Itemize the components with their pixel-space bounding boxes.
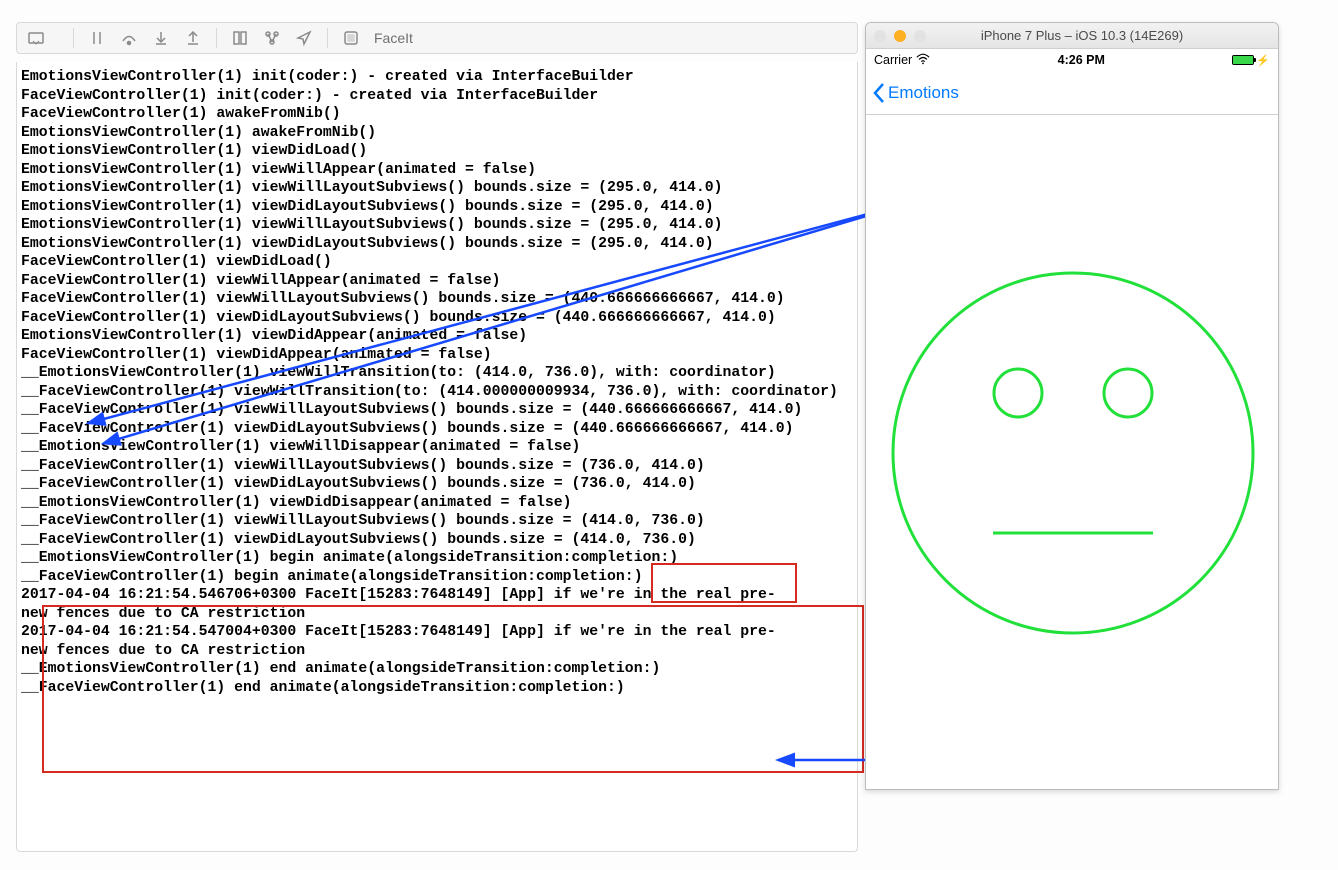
console-line: EmotionsViewController(1) viewDidLayoutS… [21,235,855,254]
console-line: __EmotionsViewController(1) viewWillTran… [21,364,855,383]
console-line: EmotionsViewController(1) viewWillLayout… [21,179,855,198]
battery-icon: ⚡ [1232,54,1270,67]
minimize-icon[interactable] [894,30,906,42]
console-line: EmotionsViewController(1) viewWillAppear… [21,161,855,180]
console-line: FaceViewController(1) viewDidLayoutSubvi… [21,309,855,328]
console-line: __FaceViewController(1) viewWillLayoutSu… [21,401,855,420]
console-line: __EmotionsViewController(1) viewDidDisap… [21,494,855,513]
simulator-window: iPhone 7 Plus – iOS 10.3 (14E269) Carrie… [865,22,1279,790]
step-out-icon[interactable] [184,29,202,47]
console-line: __FaceViewController(1) viewDidLayoutSub… [21,420,855,439]
console-line: __FaceViewController(1) viewDidLayoutSub… [21,531,855,550]
console-toggle-icon[interactable] [27,29,45,47]
face-view[interactable] [866,115,1279,790]
location-icon[interactable] [295,29,313,47]
console-line: FaceViewController(1) viewDidLoad() [21,253,855,272]
console-line: FaceViewController(1) init(coder:) - cre… [21,87,855,106]
step-over-icon[interactable] [120,29,138,47]
console-line: FaceViewController(1) awakeFromNib() [21,105,855,124]
console-line: __FaceViewController(1) viewWillLayoutSu… [21,457,855,476]
carrier-label: Carrier [874,53,912,67]
ios-status-bar: Carrier 4:26 PM ⚡ [866,49,1278,71]
console-line: __FaceViewController(1) viewDidLayoutSub… [21,475,855,494]
console-line: 2017-04-04 16:21:54.546706+0300 FaceIt[1… [21,586,855,605]
back-label: Emotions [888,83,959,103]
console-line: new fences due to CA restriction [21,605,855,624]
chevron-left-icon [872,82,886,104]
console-line: EmotionsViewController(1) awakeFromNib() [21,124,855,143]
memory-graph-icon[interactable] [263,29,281,47]
step-in-icon[interactable] [152,29,170,47]
debug-view-icon[interactable] [231,29,249,47]
console-line: EmotionsViewController(1) init(coder:) -… [21,68,855,87]
console-line: FaceViewController(1) viewWillLayoutSubv… [21,290,855,309]
back-button[interactable]: Emotions [872,82,959,104]
console-line: __FaceViewController(1) viewWillLayoutSu… [21,512,855,531]
console-line: __FaceViewController(1) end animate(alon… [21,679,855,698]
console-line: EmotionsViewController(1) viewDidLoad() [21,142,855,161]
face-drawing [883,263,1263,643]
console-line: EmotionsViewController(1) viewDidAppear(… [21,327,855,346]
nav-bar: Emotions [866,71,1278,115]
scheme-label[interactable]: FaceIt [374,30,413,46]
console-line: 2017-04-04 16:21:54.547004+0300 FaceIt[1… [21,623,855,642]
pause-icon[interactable] [88,29,106,47]
console-line: EmotionsViewController(1) viewDidLayoutS… [21,198,855,217]
console-line: __FaceViewController(1) viewWillTransiti… [21,383,855,402]
console-line: EmotionsViewController(1) viewWillLayout… [21,216,855,235]
console-line: new fences due to CA restriction [21,642,855,661]
console-line: __EmotionsViewController(1) viewWillDisa… [21,438,855,457]
console-line: __EmotionsViewController(1) begin animat… [21,549,855,568]
close-icon[interactable] [874,30,886,42]
status-time: 4:26 PM [1058,53,1105,67]
console-line: FaceViewController(1) viewWillAppear(ani… [21,272,855,291]
console-line: __FaceViewController(1) begin animate(al… [21,568,855,587]
console-line: __EmotionsViewController(1) end animate(… [21,660,855,679]
process-icon[interactable] [342,29,360,47]
debug-console[interactable]: EmotionsViewController(1) init(coder:) -… [16,62,858,852]
simulator-titlebar: iPhone 7 Plus – iOS 10.3 (14E269) [866,23,1278,49]
console-line: FaceViewController(1) viewDidAppear(anim… [21,346,855,365]
debug-toolbar: FaceIt [16,22,858,54]
wifi-icon [916,52,930,69]
simulator-title: iPhone 7 Plus – iOS 10.3 (14E269) [914,28,1250,43]
